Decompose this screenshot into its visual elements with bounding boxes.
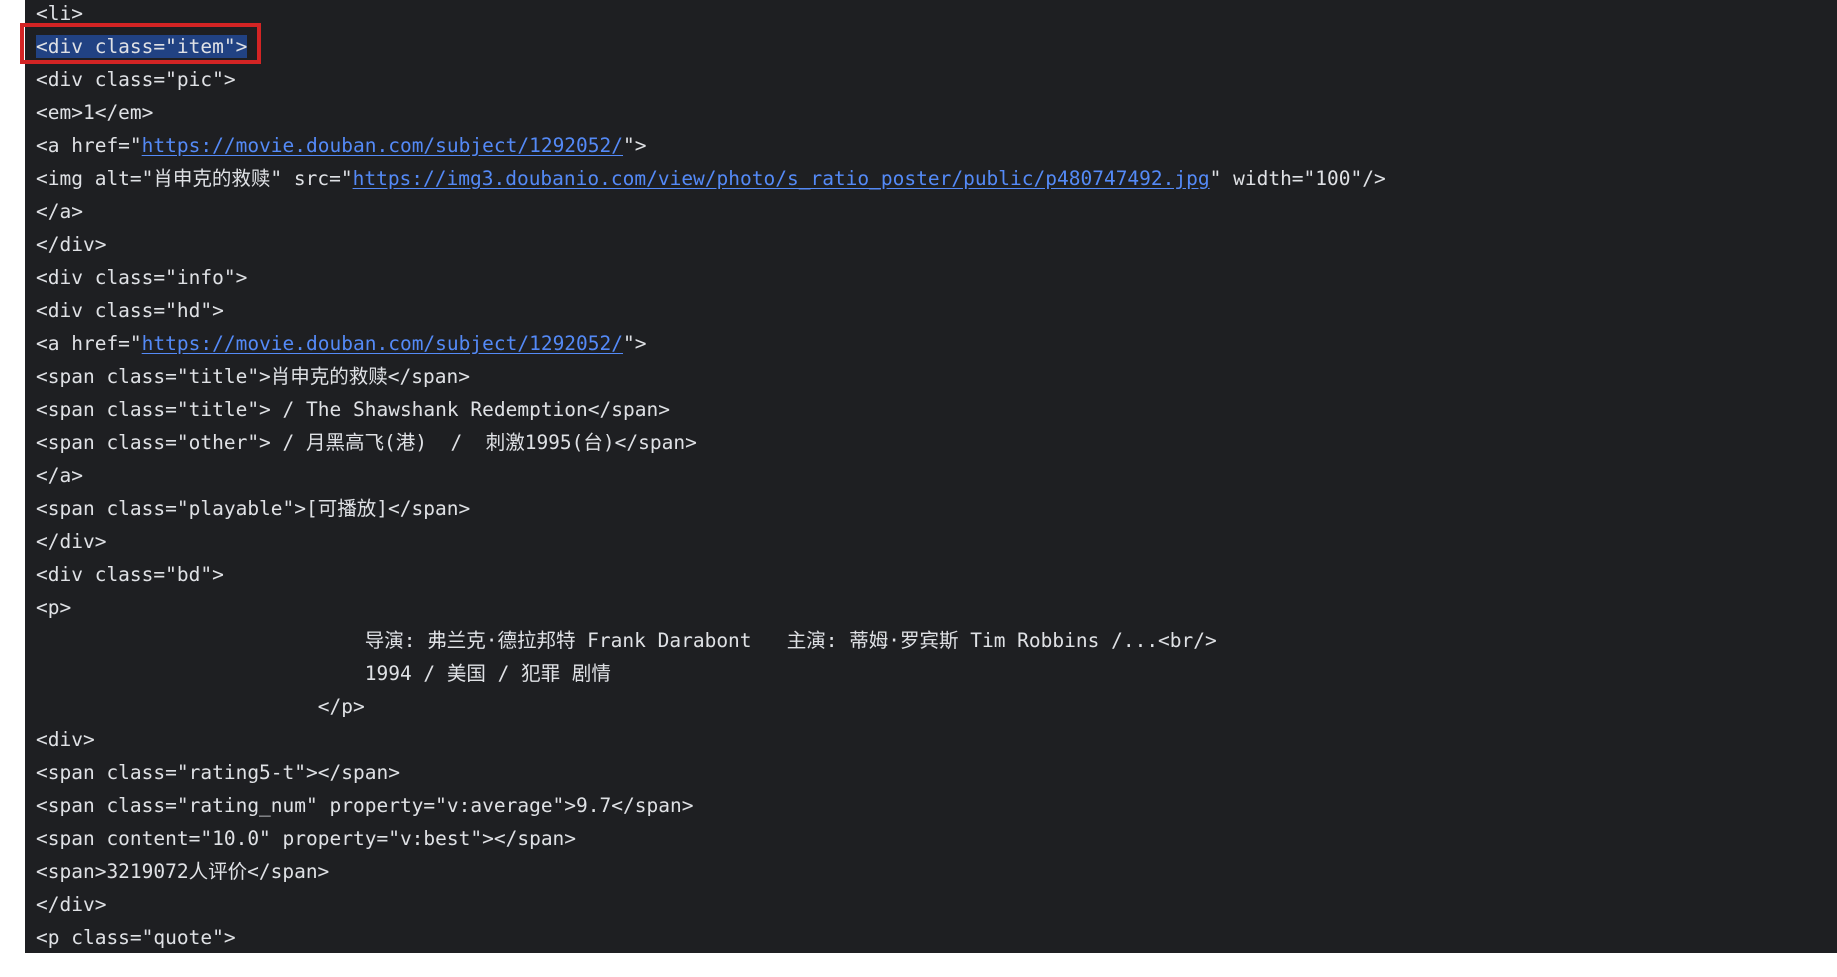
- code-line[interactable]: </div>: [36, 231, 1386, 264]
- code-line[interactable]: 1994 / 美国 / 犯罪 剧情: [36, 660, 1386, 693]
- code-text: <img alt="肖申克的救赎" src=": [36, 167, 353, 190]
- code-line[interactable]: <div class="info">: [36, 264, 1386, 297]
- url-link[interactable]: https://img3.doubanio.com/view/photo/s_r…: [353, 167, 1210, 190]
- code-line[interactable]: <div class="hd">: [36, 297, 1386, 330]
- code-text: <div class="pic">: [36, 68, 236, 91]
- code-text: ">: [623, 332, 647, 355]
- code-line[interactable]: </div>: [36, 528, 1386, 561]
- code-line[interactable]: </p>: [36, 693, 1386, 726]
- code-line[interactable]: <span class="playable">[可播放]</span>: [36, 495, 1386, 528]
- url-link[interactable]: https://movie.douban.com/subject/1292052…: [142, 134, 623, 157]
- code-text: ">: [623, 134, 647, 157]
- code-text: </div>: [36, 233, 107, 256]
- code-line[interactable]: <a href="https://movie.douban.com/subjec…: [36, 330, 1386, 363]
- code-line[interactable]: <div class="item">: [36, 33, 1386, 66]
- code-lines[interactable]: <li> <div class="item"> <div class="pic"> <…: [36, 0, 1386, 953]
- code-text: <span class="title">肖申克的救赎</span>: [36, 365, 470, 388]
- code-text: </div>: [36, 893, 107, 916]
- code-line[interactable]: </a>: [36, 198, 1386, 231]
- code-text: 导演: 弗兰克·德拉邦特 Frank Darabont 主演: 蒂姆·罗宾斯 T…: [36, 629, 1217, 652]
- code-text: </p>: [36, 695, 365, 718]
- code-text: <span>3219072人评价</span>: [36, 860, 330, 883]
- code-text: <span class="rating5-t"></span>: [36, 761, 400, 784]
- code-text: <span class="rating_num" property="v:ave…: [36, 794, 694, 817]
- code-text: 1994 / 美国 / 犯罪 剧情: [36, 662, 611, 685]
- code-text: <p class="quote">: [36, 926, 236, 949]
- code-text: <p>: [36, 596, 72, 619]
- code-line[interactable]: <div class="pic">: [36, 66, 1386, 99]
- code-line[interactable]: </div>: [36, 891, 1386, 924]
- code-text: <span content="10.0" property="v:best"><…: [36, 827, 577, 850]
- code-text: <a href=": [36, 332, 142, 355]
- code-text: <span class="playable">[可播放]</span>: [36, 497, 471, 520]
- code-line[interactable]: 导演: 弗兰克·德拉邦特 Frank Darabont 主演: 蒂姆·罗宾斯 T…: [36, 627, 1386, 660]
- url-link[interactable]: https://movie.douban.com/subject/1292052…: [142, 332, 623, 355]
- code-text: </div>: [36, 530, 107, 553]
- code-line[interactable]: <div>: [36, 726, 1386, 759]
- code-text: <div class="info">: [36, 266, 248, 289]
- code-text: <div>: [36, 728, 95, 751]
- code-text: " width="100"/>: [1209, 167, 1386, 190]
- code-text: <a href=": [36, 134, 142, 157]
- code-line[interactable]: <a href="https://movie.douban.com/subjec…: [36, 132, 1386, 165]
- code-line[interactable]: <span content="10.0" property="v:best"><…: [36, 825, 1386, 858]
- code-line[interactable]: <img alt="肖申克的救赎" src="https://img3.doub…: [36, 165, 1386, 198]
- code-text: <div class="hd">: [36, 299, 224, 322]
- code-line[interactable]: <span class="rating5-t"></span>: [36, 759, 1386, 792]
- code-text: <div class="bd">: [36, 563, 224, 586]
- code-text: <em>1</em>: [36, 101, 154, 124]
- code-text: </a>: [36, 200, 83, 223]
- code-text: </a>: [36, 464, 83, 487]
- code-line[interactable]: <span>3219072人评价</span>: [36, 858, 1386, 891]
- code-text: <li>: [36, 2, 83, 25]
- selected-code-text: <div class="item">: [36, 35, 248, 58]
- code-line[interactable]: <li>: [36, 0, 1386, 33]
- code-line[interactable]: <em>1</em>: [36, 99, 1386, 132]
- code-line[interactable]: <span class="other"> / 月黑高飞(港) / 刺激1995(…: [36, 429, 1386, 462]
- code-text: <span class="title"> / The Shawshank Red…: [36, 398, 670, 421]
- code-line[interactable]: <span class="rating_num" property="v:ave…: [36, 792, 1386, 825]
- code-text: <span class="other"> / 月黑高飞(港) / 刺激1995(…: [36, 431, 697, 454]
- code-line[interactable]: <p class="quote">: [36, 924, 1386, 953]
- code-line[interactable]: </a>: [36, 462, 1386, 495]
- code-line[interactable]: <p>: [36, 594, 1386, 627]
- code-line[interactable]: <div class="bd">: [36, 561, 1386, 594]
- code-line[interactable]: <span class="title">肖申克的救赎</span>: [36, 363, 1386, 396]
- code-editor[interactable]: <li> <div class="item"> <div class="pic"> <…: [25, 0, 1837, 953]
- code-line[interactable]: <span class="title"> / The Shawshank Red…: [36, 396, 1386, 429]
